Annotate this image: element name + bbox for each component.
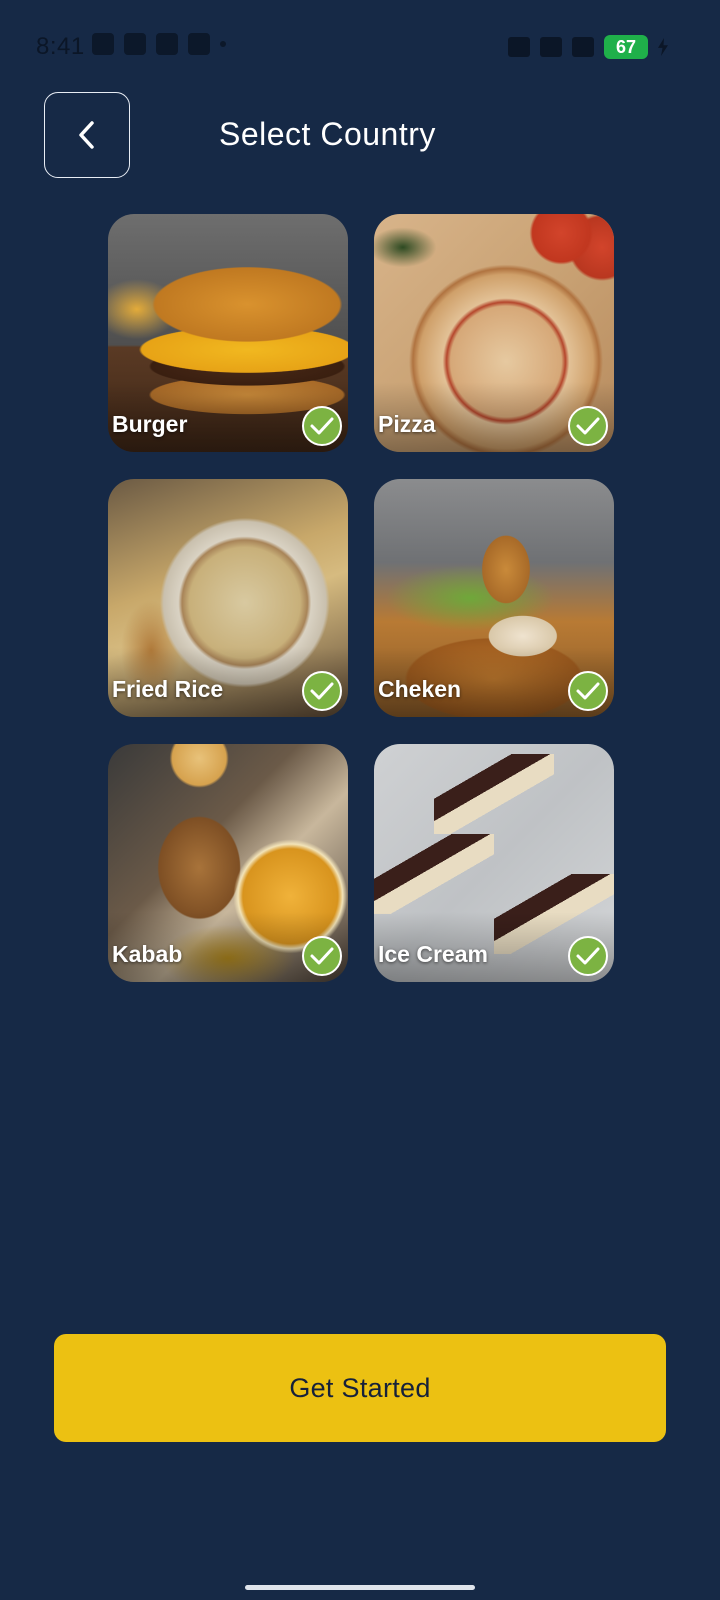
- category-label: Ice Cream: [378, 941, 488, 967]
- category-label: Pizza: [378, 411, 436, 437]
- check-icon: [302, 936, 342, 976]
- category-label: Burger: [112, 411, 188, 437]
- instagram-icon: [92, 33, 114, 55]
- snapchat-icon: [124, 33, 146, 55]
- check-icon: [302, 406, 342, 446]
- dot-icon: [220, 41, 226, 47]
- warning-icon: [156, 33, 178, 55]
- status-time: 8:41: [36, 33, 85, 60]
- page-title: Select Country: [219, 116, 436, 152]
- check-icon: [568, 936, 608, 976]
- status-bar: 8:41 67: [0, 0, 720, 94]
- category-card-kabab[interactable]: Kabab: [108, 744, 348, 982]
- charging-icon: [658, 38, 668, 56]
- category-card-burger[interactable]: Burger: [108, 214, 348, 452]
- back-button[interactable]: [44, 92, 130, 178]
- back-arrow-icon: [79, 121, 94, 149]
- notification-icons: [92, 33, 226, 55]
- category-label: Fried Rice: [112, 676, 224, 702]
- category-label: Cheken: [378, 676, 462, 702]
- system-icons: 67: [508, 35, 668, 59]
- check-icon: [568, 671, 608, 711]
- category-card-pizza[interactable]: Pizza: [374, 214, 614, 452]
- category-label: Kabab: [112, 941, 183, 967]
- alarm-icon: [508, 37, 530, 57]
- signal-icon: [572, 37, 594, 57]
- category-card-ice-cream[interactable]: Ice Cream: [374, 744, 614, 982]
- get-started-button[interactable]: Get Started: [54, 1334, 666, 1442]
- category-card-fried-rice[interactable]: Fried Rice: [108, 479, 348, 717]
- wifi-icon: [540, 37, 562, 57]
- home-indicator[interactable]: [245, 1585, 475, 1590]
- check-icon: [568, 406, 608, 446]
- sync-icon: [188, 33, 210, 55]
- check-icon: [302, 671, 342, 711]
- category-card-chicken[interactable]: Cheken: [374, 479, 614, 717]
- battery-indicator: 67: [604, 35, 648, 59]
